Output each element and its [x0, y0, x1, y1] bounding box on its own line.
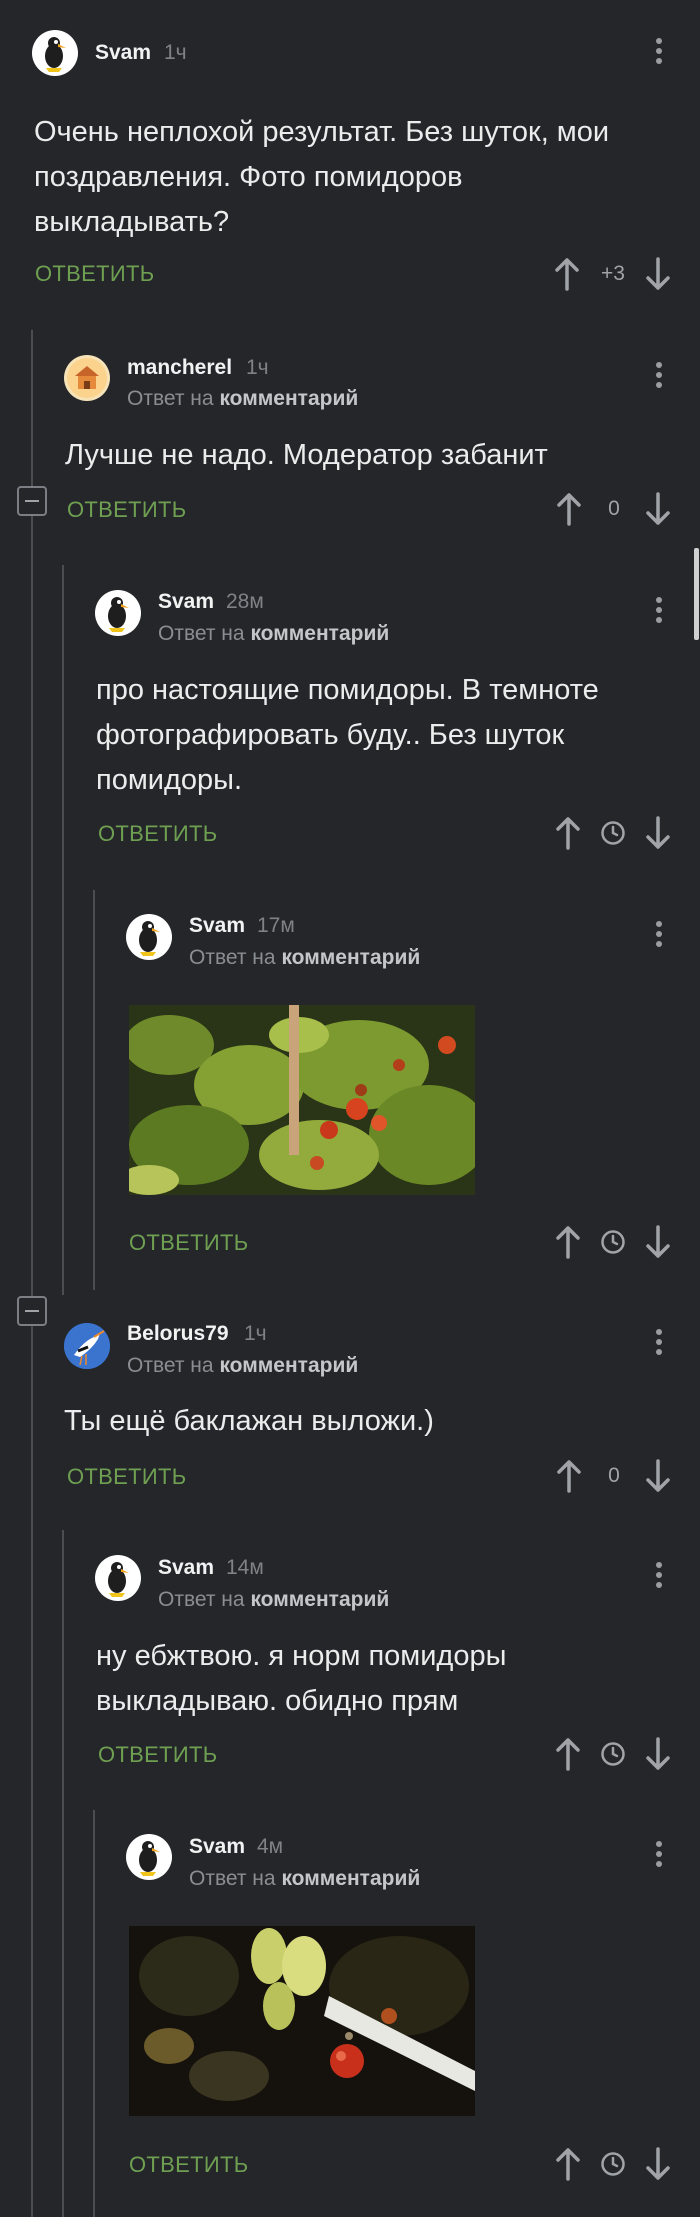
thread-line	[31, 330, 33, 2217]
reply-to-label: Ответ на комментарий	[127, 387, 359, 410]
arrow-down-icon[interactable]	[645, 2147, 671, 2181]
arrow-down-icon[interactable]	[645, 492, 671, 526]
timestamp: 1ч	[246, 356, 269, 379]
collapse-thread-icon[interactable]	[17, 486, 47, 516]
reply-button[interactable]: ОТВЕТИТЬ	[129, 1230, 248, 1256]
arrow-up-icon[interactable]	[556, 1459, 582, 1493]
arrow-up-icon[interactable]	[555, 2147, 581, 2181]
more-vertical-icon[interactable]	[655, 1562, 663, 1592]
reply-to-label: Ответ на комментарий	[127, 1354, 359, 1377]
reply-to-label: Ответ на комментарий	[189, 946, 421, 969]
comment-text: Очень неплохой результат. Без шуток, мои…	[34, 116, 610, 238]
more-vertical-icon[interactable]	[655, 362, 663, 392]
thread-line	[62, 1530, 64, 2217]
arrow-up-icon[interactable]	[555, 816, 581, 850]
avatar[interactable]	[126, 1834, 172, 1880]
reply-button[interactable]: ОТВЕТИТЬ	[98, 1742, 217, 1768]
avatar[interactable]	[126, 914, 172, 960]
more-vertical-icon[interactable]	[655, 921, 663, 951]
rating-value: 0	[608, 497, 620, 520]
comment-text: Ты ещё баклажан выложи.)	[64, 1405, 434, 1437]
arrow-down-icon[interactable]	[645, 816, 671, 850]
reply-button[interactable]: ОТВЕТИТЬ	[35, 261, 154, 287]
house-avatar-icon	[67, 358, 107, 398]
username[interactable]: mancherel	[127, 356, 232, 380]
timestamp: 28м	[226, 590, 264, 613]
more-vertical-icon[interactable]	[655, 1841, 663, 1871]
reply-to-label: Ответ на комментарий	[189, 1867, 421, 1890]
arrow-down-icon[interactable]	[645, 1737, 671, 1771]
bird-avatar-icon	[108, 597, 129, 632]
username[interactable]: Belorus79	[127, 1322, 229, 1346]
arrow-up-icon[interactable]	[556, 492, 582, 526]
avatar[interactable]	[95, 1555, 141, 1601]
reply-button[interactable]: ОТВЕТИТЬ	[67, 1464, 186, 1490]
comment-text: Лучше не надо. Модератор забанит	[65, 439, 548, 471]
timestamp: 1ч	[244, 1322, 267, 1345]
avatar[interactable]	[32, 30, 78, 76]
bird-avatar-icon	[139, 1841, 160, 1876]
reply-button[interactable]: ОТВЕТИТЬ	[129, 2152, 248, 2178]
rating-value: 0	[608, 1464, 620, 1487]
arrow-up-icon[interactable]	[554, 257, 580, 291]
tomato-photo[interactable]	[129, 1005, 475, 1195]
bird-avatar-icon	[108, 1562, 129, 1597]
timestamp: 17м	[257, 914, 295, 937]
rating-value: +3	[601, 262, 625, 285]
bird-avatar-icon	[45, 37, 66, 72]
username[interactable]: Svam	[158, 590, 214, 614]
timestamp: 14м	[226, 1556, 264, 1579]
more-vertical-icon[interactable]	[655, 38, 663, 68]
scrollbar[interactable]	[694, 548, 699, 640]
arrow-down-icon[interactable]	[645, 257, 671, 291]
clock-icon	[601, 821, 625, 845]
clock-icon	[601, 1742, 625, 1766]
arrow-down-icon[interactable]	[645, 1459, 671, 1493]
avatar[interactable]	[64, 1323, 110, 1369]
thread-line	[93, 890, 95, 1290]
more-vertical-icon[interactable]	[655, 1329, 663, 1359]
thread-line	[62, 565, 64, 1295]
reply-button[interactable]: ОТВЕТИТЬ	[67, 497, 186, 523]
timestamp: 1ч	[164, 41, 187, 64]
clock-icon	[601, 1230, 625, 1254]
username[interactable]: Svam	[95, 41, 151, 65]
username[interactable]: Svam	[189, 914, 245, 938]
comment-text: про настоящие помидоры. В темноте фотогр…	[96, 674, 599, 796]
reply-to-label: Ответ на комментарий	[158, 622, 390, 645]
more-vertical-icon[interactable]	[655, 597, 663, 627]
reply-to-label: Ответ на комментарий	[158, 1588, 390, 1611]
clock-icon	[601, 2152, 625, 2176]
arrow-up-icon[interactable]	[555, 1225, 581, 1259]
arrow-up-icon[interactable]	[555, 1737, 581, 1771]
collapse-thread-icon[interactable]	[17, 1296, 47, 1326]
tomato-photo[interactable]	[129, 1926, 475, 2116]
avatar[interactable]	[95, 590, 141, 636]
thread-line	[93, 1810, 95, 2217]
username[interactable]: Svam	[158, 1556, 214, 1580]
reply-button[interactable]: ОТВЕТИТЬ	[98, 821, 217, 847]
avatar[interactable]	[64, 355, 110, 401]
timestamp: 4м	[257, 1835, 284, 1858]
comment-text: ну ебжтвою. я норм помидоры выкладываю. …	[96, 1640, 507, 1717]
bird-avatar-icon	[139, 921, 160, 956]
arrow-down-icon[interactable]	[645, 1225, 671, 1259]
stork-avatar-icon	[64, 1323, 110, 1369]
username[interactable]: Svam	[189, 1835, 245, 1859]
